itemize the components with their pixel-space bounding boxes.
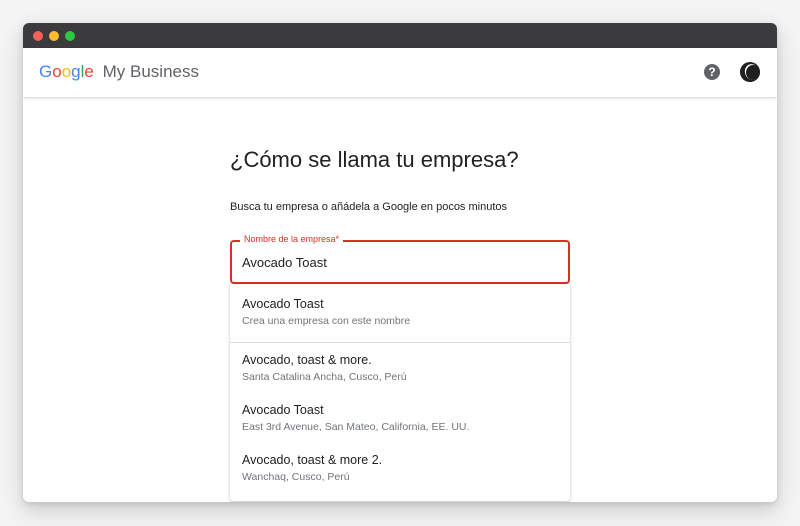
- suggestion-name: Avocado Toast: [242, 403, 324, 417]
- suggestion-item[interactable]: Avocado, toast & more. Santa Catalina An…: [230, 343, 570, 393]
- main-content: ¿Cómo se llama tu empresa? Busca tu empr…: [23, 97, 777, 502]
- app-header: Google My Business ?: [23, 48, 777, 97]
- logo-letter: g: [71, 62, 81, 81]
- suggestion-description: Wanchaq, Cusco, Perú: [242, 471, 350, 483]
- minimize-window-button[interactable]: [49, 31, 59, 41]
- business-name-input[interactable]: [242, 253, 542, 271]
- suggestion-create-business[interactable]: Avocado Toast Crea una empresa con este …: [230, 284, 570, 343]
- avatar[interactable]: [740, 62, 760, 82]
- business-name-field: Nombre de la empresa*: [230, 234, 570, 284]
- suggestion-name: Avocado, toast & more 2.: [242, 453, 383, 467]
- business-name-label: Nombre de la empresa*: [240, 234, 344, 244]
- suggestion-name: Avocado Toast: [242, 297, 324, 311]
- suggestion-description: East 3rd Avenue, San Mateo, California, …: [242, 421, 470, 433]
- browser-window: Google My Business ? ¿Cómo se llama tu e…: [23, 23, 777, 502]
- suggestion-item[interactable]: Avocado Toast East 3rd Avenue, San Mateo…: [230, 393, 570, 443]
- maximize-window-button[interactable]: [65, 31, 75, 41]
- help-icon[interactable]: ?: [704, 64, 720, 80]
- suggestion-description: Crea una empresa con este nombre: [242, 315, 411, 327]
- logo-letter: e: [84, 62, 94, 81]
- logo-letter: o: [61, 62, 72, 81]
- window-titlebar: [23, 23, 777, 48]
- logo-letter: G: [39, 62, 53, 81]
- google-my-business-logo[interactable]: Google My Business: [39, 62, 199, 82]
- logo-letter: o: [52, 62, 62, 81]
- product-name: My Business: [102, 62, 199, 81]
- page-title: ¿Cómo se llama tu empresa?: [230, 147, 519, 172]
- suggestion-description: Santa Catalina Ancha, Cusco, Perú: [242, 371, 407, 383]
- page-subtitle: Busca tu empresa o añádela a Google en p…: [230, 201, 508, 213]
- suggestion-name: Avocado, toast & more.: [242, 353, 372, 367]
- close-window-button[interactable]: [33, 31, 43, 41]
- suggestions-dropdown: Avocado Toast Crea una empresa con este …: [230, 284, 570, 501]
- google-wordmark: Google: [39, 62, 99, 81]
- suggestion-item[interactable]: Avocado, toast & more 2. Wanchaq, Cusco,…: [230, 443, 570, 493]
